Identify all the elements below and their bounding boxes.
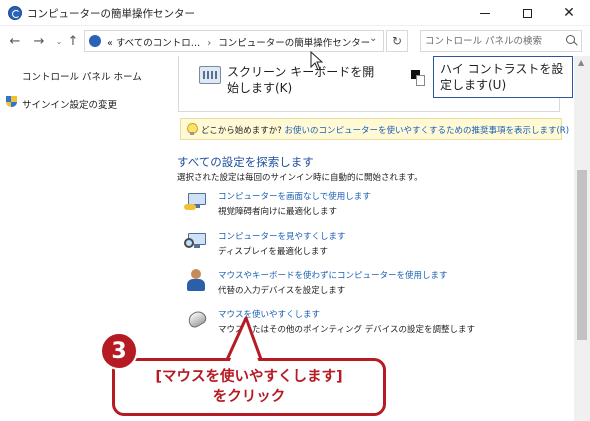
control-panel-home-link[interactable]: コントロール パネル ホーム	[22, 69, 142, 83]
setting-item: コンピューターを画面なしで使用します 視覚障碍者向けに最適化します	[182, 190, 562, 224]
instruction-callout: [マウスを使いやすくします] をクリック	[112, 358, 386, 416]
address-bar[interactable]: « すべてのコントロ… › コンピューターの簡単操作センター ⌄	[84, 30, 384, 52]
explore-settings-subtext: 選択された設定は毎回のサインイン時に自動的に開始されます。	[177, 173, 423, 183]
title-bar: コンピューターの簡単操作センター ✕	[0, 0, 590, 26]
refresh-button[interactable]: ↻	[386, 30, 408, 52]
person-icon	[186, 269, 208, 291]
tip-question: どこから始めますか?	[201, 126, 282, 136]
high-contrast-label: ハイ コントラストを設定します(U)	[440, 62, 564, 92]
close-button[interactable]: ✕	[548, 0, 590, 26]
navigation-bar: ← → ⌄ ↑ « すべてのコントロ… › コンピューターの簡単操作センター ⌄…	[0, 26, 590, 56]
step-number-badge: 3	[100, 332, 138, 370]
mouse-icon	[185, 308, 209, 330]
callout-line-2: をクリック	[212, 389, 286, 405]
close-icon: ✕	[563, 5, 575, 21]
vertical-scrollbar[interactable]: ▲	[574, 56, 590, 421]
refresh-icon: ↻	[391, 34, 403, 48]
signin-settings-link[interactable]: サインイン設定の変更	[22, 97, 117, 111]
search-input[interactable]	[425, 34, 561, 48]
search-icon[interactable]	[566, 35, 575, 44]
lightbulb-icon	[187, 123, 198, 135]
setting-item: コンピューターを見やすくします ディスプレイを最適化します	[182, 230, 562, 264]
minimize-button[interactable]	[464, 0, 506, 26]
control-panel-icon	[89, 35, 101, 47]
callout-line-1: [マウスを使いやすくします]	[155, 369, 343, 385]
setting-description: 視覚障碍者向けに最適化します	[218, 207, 338, 217]
monitor-speech-icon	[184, 190, 208, 212]
back-button[interactable]: ←	[6, 32, 24, 50]
address-dropdown-button[interactable]: ⌄	[369, 33, 377, 44]
recommendation-bar: どこから始めますか? お使いのコンピューターを使いやすくするための推奨事項を表示…	[180, 118, 569, 140]
make-easier-to-see-link[interactable]: コンピューターを見やすくします	[218, 230, 346, 242]
maximize-icon	[522, 8, 532, 18]
quick-actions-card: スクリーン キーボードを開始します(K) ハイ コントラストを設定します(U)	[178, 56, 573, 112]
high-contrast-icon	[411, 70, 425, 86]
window-title: コンピューターの簡単操作センター	[27, 8, 195, 20]
forward-button[interactable]: →	[30, 32, 48, 50]
high-contrast-button[interactable]: ハイ コントラストを設定します(U)	[433, 56, 573, 98]
forward-arrow-icon: →	[33, 33, 45, 49]
start-on-screen-keyboard-button[interactable]: スクリーン キーボードを開始します(K)	[227, 64, 377, 96]
up-arrow-icon: ↑	[67, 33, 79, 49]
magnifier-monitor-icon	[184, 230, 208, 252]
maximize-button[interactable]	[506, 0, 548, 26]
setting-description: マウスまたはその他のポインティング デバイスの設定を調整します	[218, 325, 475, 335]
breadcrumb-overflow[interactable]: «	[107, 38, 113, 49]
up-button[interactable]: ↑	[64, 32, 82, 50]
use-without-mouse-keyboard-link[interactable]: マウスやキーボードを使わずにコンピューターを使用します	[218, 269, 448, 281]
back-arrow-icon: ←	[9, 33, 21, 49]
breadcrumb-separator[interactable]: ›	[207, 38, 211, 49]
make-mouse-easier-link[interactable]: マウスを使いやすくします	[218, 308, 320, 320]
chevron-down-icon: ⌄	[55, 36, 63, 46]
recommendations-link[interactable]: お使いのコンピューターを使いやすくするための推奨事項を表示します(R)	[284, 126, 569, 136]
callout-text: [マウスを使いやすくします] をクリック	[115, 367, 383, 407]
uac-shield-icon	[6, 96, 17, 108]
breadcrumb-all-control-panel[interactable]: すべてのコントロ…	[116, 38, 200, 49]
minimize-icon	[480, 12, 490, 14]
search-box[interactable]	[420, 30, 582, 52]
scroll-thumb[interactable]	[577, 170, 587, 340]
chevron-down-icon: ⌄	[369, 33, 378, 44]
setting-item: マウスを使いやすくします マウスまたはその他のポインティング デバイスの設定を調…	[182, 308, 562, 342]
use-without-display-link[interactable]: コンピューターを画面なしで使用します	[218, 190, 371, 202]
breadcrumb: « すべてのコントロ… › コンピューターの簡単操作センター	[107, 35, 370, 49]
setting-description: 代替の入力デバイスを設定します	[218, 286, 346, 296]
scroll-up-icon[interactable]: ▲	[578, 58, 584, 67]
tip-text: どこから始めますか? お使いのコンピューターを使いやすくするための推奨事項を表示…	[201, 124, 569, 136]
setting-item: マウスやキーボードを使わずにコンピューターを使用します 代替の入力デバイスを設定…	[182, 269, 562, 303]
ease-of-access-icon	[8, 6, 22, 20]
setting-description: ディスプレイを最適化します	[218, 247, 328, 257]
on-screen-keyboard-icon	[199, 66, 221, 84]
explore-settings-heading: すべての設定を探索します	[177, 155, 314, 169]
breadcrumb-ease-of-access[interactable]: コンピューターの簡単操作センター	[218, 38, 370, 49]
